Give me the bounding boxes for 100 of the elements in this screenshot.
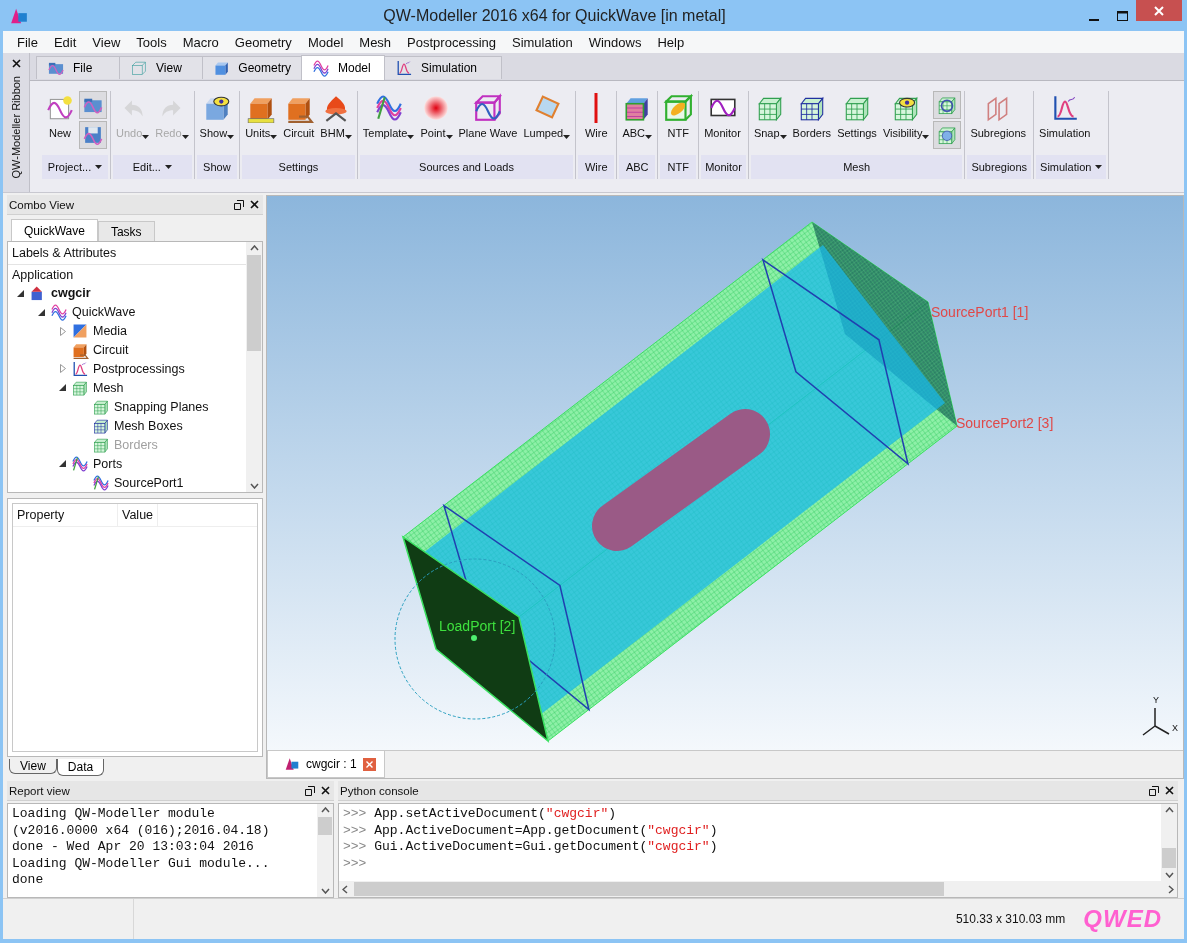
ribbon-button[interactable]: Subregions [968, 91, 1029, 141]
ribbon-group-label[interactable]: Simulation [1036, 155, 1107, 179]
menu-item[interactable]: View [84, 34, 129, 50]
scroll-down-icon[interactable] [1164, 872, 1174, 878]
menu-item[interactable]: File [9, 34, 46, 50]
expanded-arrow-icon[interactable] [59, 460, 66, 468]
tree-item[interactable]: QuickWave [72, 305, 136, 320]
scroll-left-icon[interactable] [342, 884, 348, 894]
close-icon[interactable] [11, 59, 21, 68]
tree-item[interactable]: cwgcir [51, 286, 91, 301]
ribbon-button[interactable]: Borders [790, 91, 834, 141]
collapsed-arrow-icon[interactable] [59, 364, 66, 374]
expanded-arrow-icon[interactable] [38, 308, 45, 316]
ribbon-button[interactable]: Wire [579, 91, 614, 141]
float-icon[interactable] [1149, 785, 1159, 796]
ribbon-button[interactable]: New [43, 91, 77, 141]
ribbon-button[interactable]: Units [243, 91, 280, 141]
ribbon-tab[interactable]: Model [301, 55, 385, 80]
expanded-arrow-icon[interactable] [59, 384, 66, 392]
tree-item[interactable]: Mesh Boxes [114, 418, 183, 433]
close-button[interactable] [1136, 0, 1182, 21]
close-icon[interactable] [250, 200, 259, 209]
scroll-down-icon[interactable] [320, 888, 330, 894]
wave-stack-icon [71, 454, 89, 473]
mesh-cube-icon [71, 378, 89, 397]
window-title: QW-Modeller 2016 x64 for QuickWave [in metal] [382, 6, 727, 25]
scrollbar[interactable] [246, 242, 262, 492]
caret-icon [563, 135, 571, 139]
menu-item[interactable]: Model [299, 34, 352, 50]
scroll-right-icon[interactable] [1168, 884, 1174, 894]
scroll-thumb[interactable] [354, 882, 944, 896]
ribbon-button[interactable]: ABC [620, 91, 655, 141]
ribbon-small-button[interactable] [933, 91, 962, 119]
tree-item[interactable]: Ports [93, 456, 123, 471]
menu-item[interactable]: Mesh [351, 34, 400, 50]
caret-icon [227, 135, 235, 139]
menu-item[interactable]: Windows [580, 34, 650, 50]
expanded-arrow-icon[interactable] [17, 289, 24, 297]
menu-item[interactable]: Simulation [504, 34, 581, 50]
scrollbar[interactable] [339, 881, 1177, 897]
column-header: Property [13, 504, 118, 526]
tree-item[interactable]: SourcePort1 [114, 475, 184, 490]
menu-item[interactable]: Geometry [226, 34, 300, 50]
scroll-up-icon[interactable] [1164, 807, 1174, 813]
ribbon-small-button[interactable] [933, 121, 962, 149]
document-tab[interactable]: cwgcir : 1 [267, 751, 385, 778]
ribbon-tab[interactable]: Simulation [384, 56, 502, 79]
tree-item[interactable]: Mesh [93, 380, 124, 395]
panel-tab[interactable]: Data [56, 759, 105, 776]
tree-item[interactable]: Postprocessings [93, 362, 185, 376]
ribbon-small-button[interactable] [79, 121, 107, 149]
caret-icon [922, 135, 930, 139]
caret-icon [270, 135, 278, 139]
ribbon-button[interactable]: Settings [835, 91, 879, 141]
ribbon-small-button[interactable] [79, 91, 107, 119]
float-icon[interactable] [305, 785, 315, 796]
ribbon-group-label[interactable]: Project... [42, 155, 108, 179]
scroll-thumb[interactable] [247, 255, 261, 351]
ribbon-button[interactable]: Plane Wave [456, 91, 520, 141]
menu-item[interactable]: Help [649, 34, 693, 50]
scroll-thumb[interactable] [318, 817, 332, 835]
scroll-up-icon[interactable] [320, 807, 330, 813]
panel-tab[interactable]: Tasks [97, 221, 155, 241]
ribbon-button[interactable]: BHM [318, 91, 354, 141]
close-tab-icon[interactable] [362, 757, 376, 771]
caret-icon [344, 135, 352, 139]
panel-tab[interactable]: QuickWave [11, 219, 98, 241]
ribbon-group-label[interactable]: Edit... [113, 155, 192, 179]
collapsed-arrow-icon[interactable] [59, 326, 66, 336]
float-icon[interactable] [234, 199, 244, 210]
scrollbar[interactable] [1161, 804, 1177, 881]
scroll-down-icon[interactable] [249, 483, 259, 489]
ribbon-button[interactable]: Circuit [281, 91, 317, 141]
menu-item[interactable]: Tools [128, 34, 175, 50]
ribbon-button[interactable]: Point [418, 91, 455, 141]
menu-item[interactable]: Macro [174, 34, 227, 50]
ribbon-button[interactable]: Monitor [702, 91, 743, 141]
ribbon-button[interactable]: Snap [751, 91, 789, 141]
ribbon-button[interactable]: NTF [661, 91, 696, 141]
ribbon-tab[interactable]: View [119, 56, 203, 79]
tree-item[interactable]: Media [93, 324, 128, 339]
scroll-thumb[interactable] [1162, 848, 1176, 868]
ribbon-tab[interactable]: Geometry [202, 56, 302, 79]
ribbon-button[interactable]: Show [197, 91, 237, 141]
ribbon-tab[interactable]: File [36, 56, 120, 79]
menu-item[interactable]: Edit [45, 34, 85, 50]
ribbon-button[interactable]: Visibility [880, 91, 932, 141]
scroll-up-icon[interactable] [249, 245, 259, 251]
axis-label: X [1172, 723, 1178, 733]
panel-tab[interactable]: View [9, 759, 57, 774]
ribbon-button[interactable]: Lumped [521, 91, 573, 141]
tree-item[interactable]: Circuit [93, 343, 129, 358]
scrollbar[interactable] [317, 804, 333, 897]
menu-item[interactable]: Postprocessing [399, 34, 504, 50]
tree-item[interactable]: Snapping Planes [114, 399, 209, 414]
ribbon-button[interactable]: Simulation [1037, 91, 1093, 141]
ribbon-button[interactable]: Template [360, 91, 417, 141]
close-icon[interactable] [1165, 786, 1174, 795]
cube-circuit-icon [71, 341, 89, 360]
close-icon[interactable] [321, 786, 330, 795]
